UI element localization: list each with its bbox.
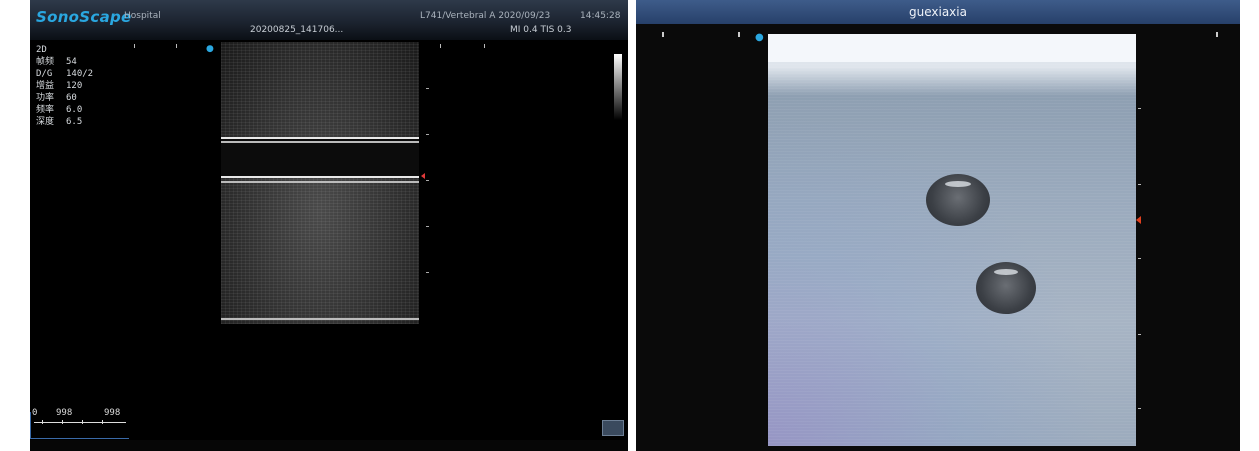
depth-tick xyxy=(426,180,429,181)
param-row: 功率 60 xyxy=(36,93,77,103)
probe-orientation-icon: ● xyxy=(755,32,764,43)
vessel-wall-lower xyxy=(221,181,419,183)
probe-preset: L741/Vertebral A 2020/09/23 xyxy=(420,11,551,21)
depth-tick xyxy=(1138,334,1141,335)
safety-indices: MI 0.4 TIS 0.3 xyxy=(510,25,572,35)
scale-tick xyxy=(82,420,83,424)
param-row: 增益 120 xyxy=(36,81,83,91)
scale-line xyxy=(34,422,126,423)
ultrasound-image-right xyxy=(768,34,1136,446)
param-row: 帧频 54 xyxy=(36,57,77,67)
scale-tick xyxy=(102,420,103,424)
top-ruler-tick xyxy=(662,32,664,37)
depth-tick xyxy=(1138,184,1141,185)
screen-title: guexiaxia xyxy=(909,5,967,19)
probe-orientation-icon: ● xyxy=(206,44,214,54)
depth-tick xyxy=(1138,408,1141,409)
param-row: 频率 6.0 xyxy=(36,105,83,115)
brand-logo: SonoScape xyxy=(36,8,132,26)
status-icon[interactable] xyxy=(602,420,624,436)
top-ruler-tick xyxy=(440,44,441,48)
title-bar: guexiaxia xyxy=(636,0,1240,24)
vessel-wall-lower xyxy=(221,176,419,178)
top-ruler-tick xyxy=(176,44,177,48)
scale-label: 998 xyxy=(56,408,73,418)
ultrasound-screen-right: guexiaxia ● xyxy=(636,0,1240,451)
file-name: 20200825_141706... xyxy=(250,25,344,35)
vessel-wall-upper xyxy=(221,141,419,143)
depth-tick xyxy=(426,226,429,227)
near-field-region xyxy=(768,34,1136,62)
hospital-label: Hospital xyxy=(124,11,161,21)
top-ruler-tick xyxy=(484,44,485,48)
vessel-wall-upper xyxy=(221,137,419,139)
depth-tick xyxy=(1138,258,1141,259)
cyst-inclusion xyxy=(976,262,1036,314)
footer-bar xyxy=(30,440,628,451)
deep-interface xyxy=(221,318,419,320)
clock: 14:45:28 xyxy=(580,11,621,21)
cyst-inclusion xyxy=(926,174,990,226)
depth-tick xyxy=(426,272,429,273)
cine-scale: 0 998 998 xyxy=(32,408,128,436)
scale-label: 0 xyxy=(32,408,38,418)
scanner-header-bar: SonoScape Hospital 20200825_141706... L7… xyxy=(30,0,628,40)
param-row: 深度 6.5 xyxy=(36,117,83,127)
ultrasound-screen-left: SonoScape Hospital 20200825_141706... L7… xyxy=(30,0,628,451)
scale-tick xyxy=(42,420,43,424)
focus-marker-icon xyxy=(1136,216,1141,224)
top-ruler-tick xyxy=(1216,32,1218,37)
scale-label: 998 xyxy=(104,408,121,418)
top-ruler-tick xyxy=(738,32,740,37)
scale-tick xyxy=(62,420,63,424)
depth-tick xyxy=(426,88,429,89)
grayscale-bar xyxy=(614,54,622,120)
mode-label: 2D xyxy=(36,45,47,55)
vessel-lumen xyxy=(221,138,419,176)
depth-tick xyxy=(1138,108,1141,109)
top-ruler-tick xyxy=(134,44,135,48)
param-row: D/G 140/2 xyxy=(36,69,94,79)
focus-marker-icon xyxy=(421,173,425,179)
imaging-parameters: 2D 帧频 54 D/G 140/2 增益 120 功率 60 频率 6.0 深度 6.5 xyxy=(36,44,93,128)
depth-tick xyxy=(426,134,429,135)
ultrasound-image-left xyxy=(221,42,419,324)
